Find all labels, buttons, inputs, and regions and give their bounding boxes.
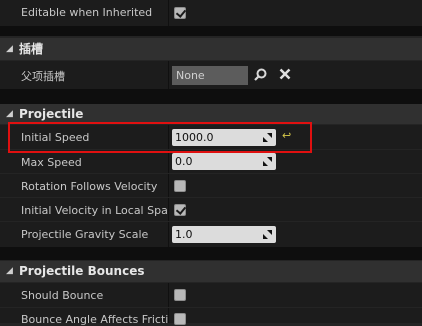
- section-projectile-title: Projectile: [19, 107, 84, 121]
- section-gap: [0, 247, 422, 260]
- magnifier-icon[interactable]: [254, 68, 267, 84]
- collapse-icon: ◢: [6, 266, 13, 276]
- max-speed-value: 0.0: [175, 155, 193, 168]
- section-projectile-header[interactable]: ◢ Projectile: [0, 104, 422, 124]
- gravity-scale-input[interactable]: 1.0: [172, 226, 276, 243]
- gravity-scale-label: Projectile Gravity Scale: [21, 228, 149, 241]
- editable-inherited-label: Editable when Inherited: [21, 6, 153, 19]
- section-slots-header[interactable]: ◢ 插槽: [0, 38, 422, 60]
- collapse-icon: ◢: [6, 44, 13, 54]
- rotation-follows-velocity-label: Rotation Follows Velocity: [21, 180, 158, 193]
- max-speed-label: Max Speed: [21, 156, 82, 169]
- bounce-angle-label: Bounce Angle Affects Friction: [21, 313, 169, 326]
- should-bounce-row: Should Bounce: [0, 283, 422, 307]
- section-slots-title: 插槽: [19, 42, 44, 56]
- column-divider: [168, 222, 169, 247]
- section-bounces-title: Projectile Bounces: [19, 264, 145, 278]
- initial-velocity-local-checkbox[interactable]: [174, 204, 186, 216]
- highlight-box: [8, 122, 312, 153]
- rotation-follows-velocity-checkbox[interactable]: [174, 180, 186, 192]
- max-speed-input[interactable]: 0.0: [172, 153, 276, 170]
- column-divider: [168, 308, 169, 323]
- clear-x-icon[interactable]: [279, 68, 291, 83]
- editable-inherited-row: Editable when Inherited: [0, 0, 422, 26]
- section-gap: [0, 26, 422, 36]
- collapse-icon: ◢: [6, 109, 13, 119]
- initial-velocity-local-label: Initial Velocity in Local Space: [21, 204, 169, 217]
- section-gap: [0, 89, 422, 104]
- column-divider: [168, 61, 169, 89]
- editable-inherited-checkbox[interactable]: [174, 7, 186, 19]
- bounce-angle-checkbox[interactable]: [174, 313, 186, 325]
- column-divider: [168, 150, 169, 173]
- gravity-scale-value: 1.0: [175, 228, 193, 241]
- spin-grip-icon[interactable]: [263, 230, 272, 239]
- column-divider: [168, 198, 169, 221]
- initial-velocity-local-row: Initial Velocity in Local Space: [0, 198, 422, 221]
- spin-grip-icon[interactable]: [263, 157, 272, 166]
- column-divider: [168, 174, 169, 197]
- column-divider: [168, 283, 169, 307]
- parent-slot-combo[interactable]: None: [172, 66, 248, 85]
- column-divider: [168, 0, 169, 26]
- bounce-angle-row: Bounce Angle Affects Friction: [0, 308, 422, 326]
- rotation-follows-velocity-row: Rotation Follows Velocity: [0, 174, 422, 197]
- should-bounce-label: Should Bounce: [21, 289, 104, 302]
- parent-slot-label: 父项插槽: [21, 70, 65, 83]
- section-bounces-header[interactable]: ◢ Projectile Bounces: [0, 261, 422, 282]
- should-bounce-checkbox[interactable]: [174, 289, 186, 301]
